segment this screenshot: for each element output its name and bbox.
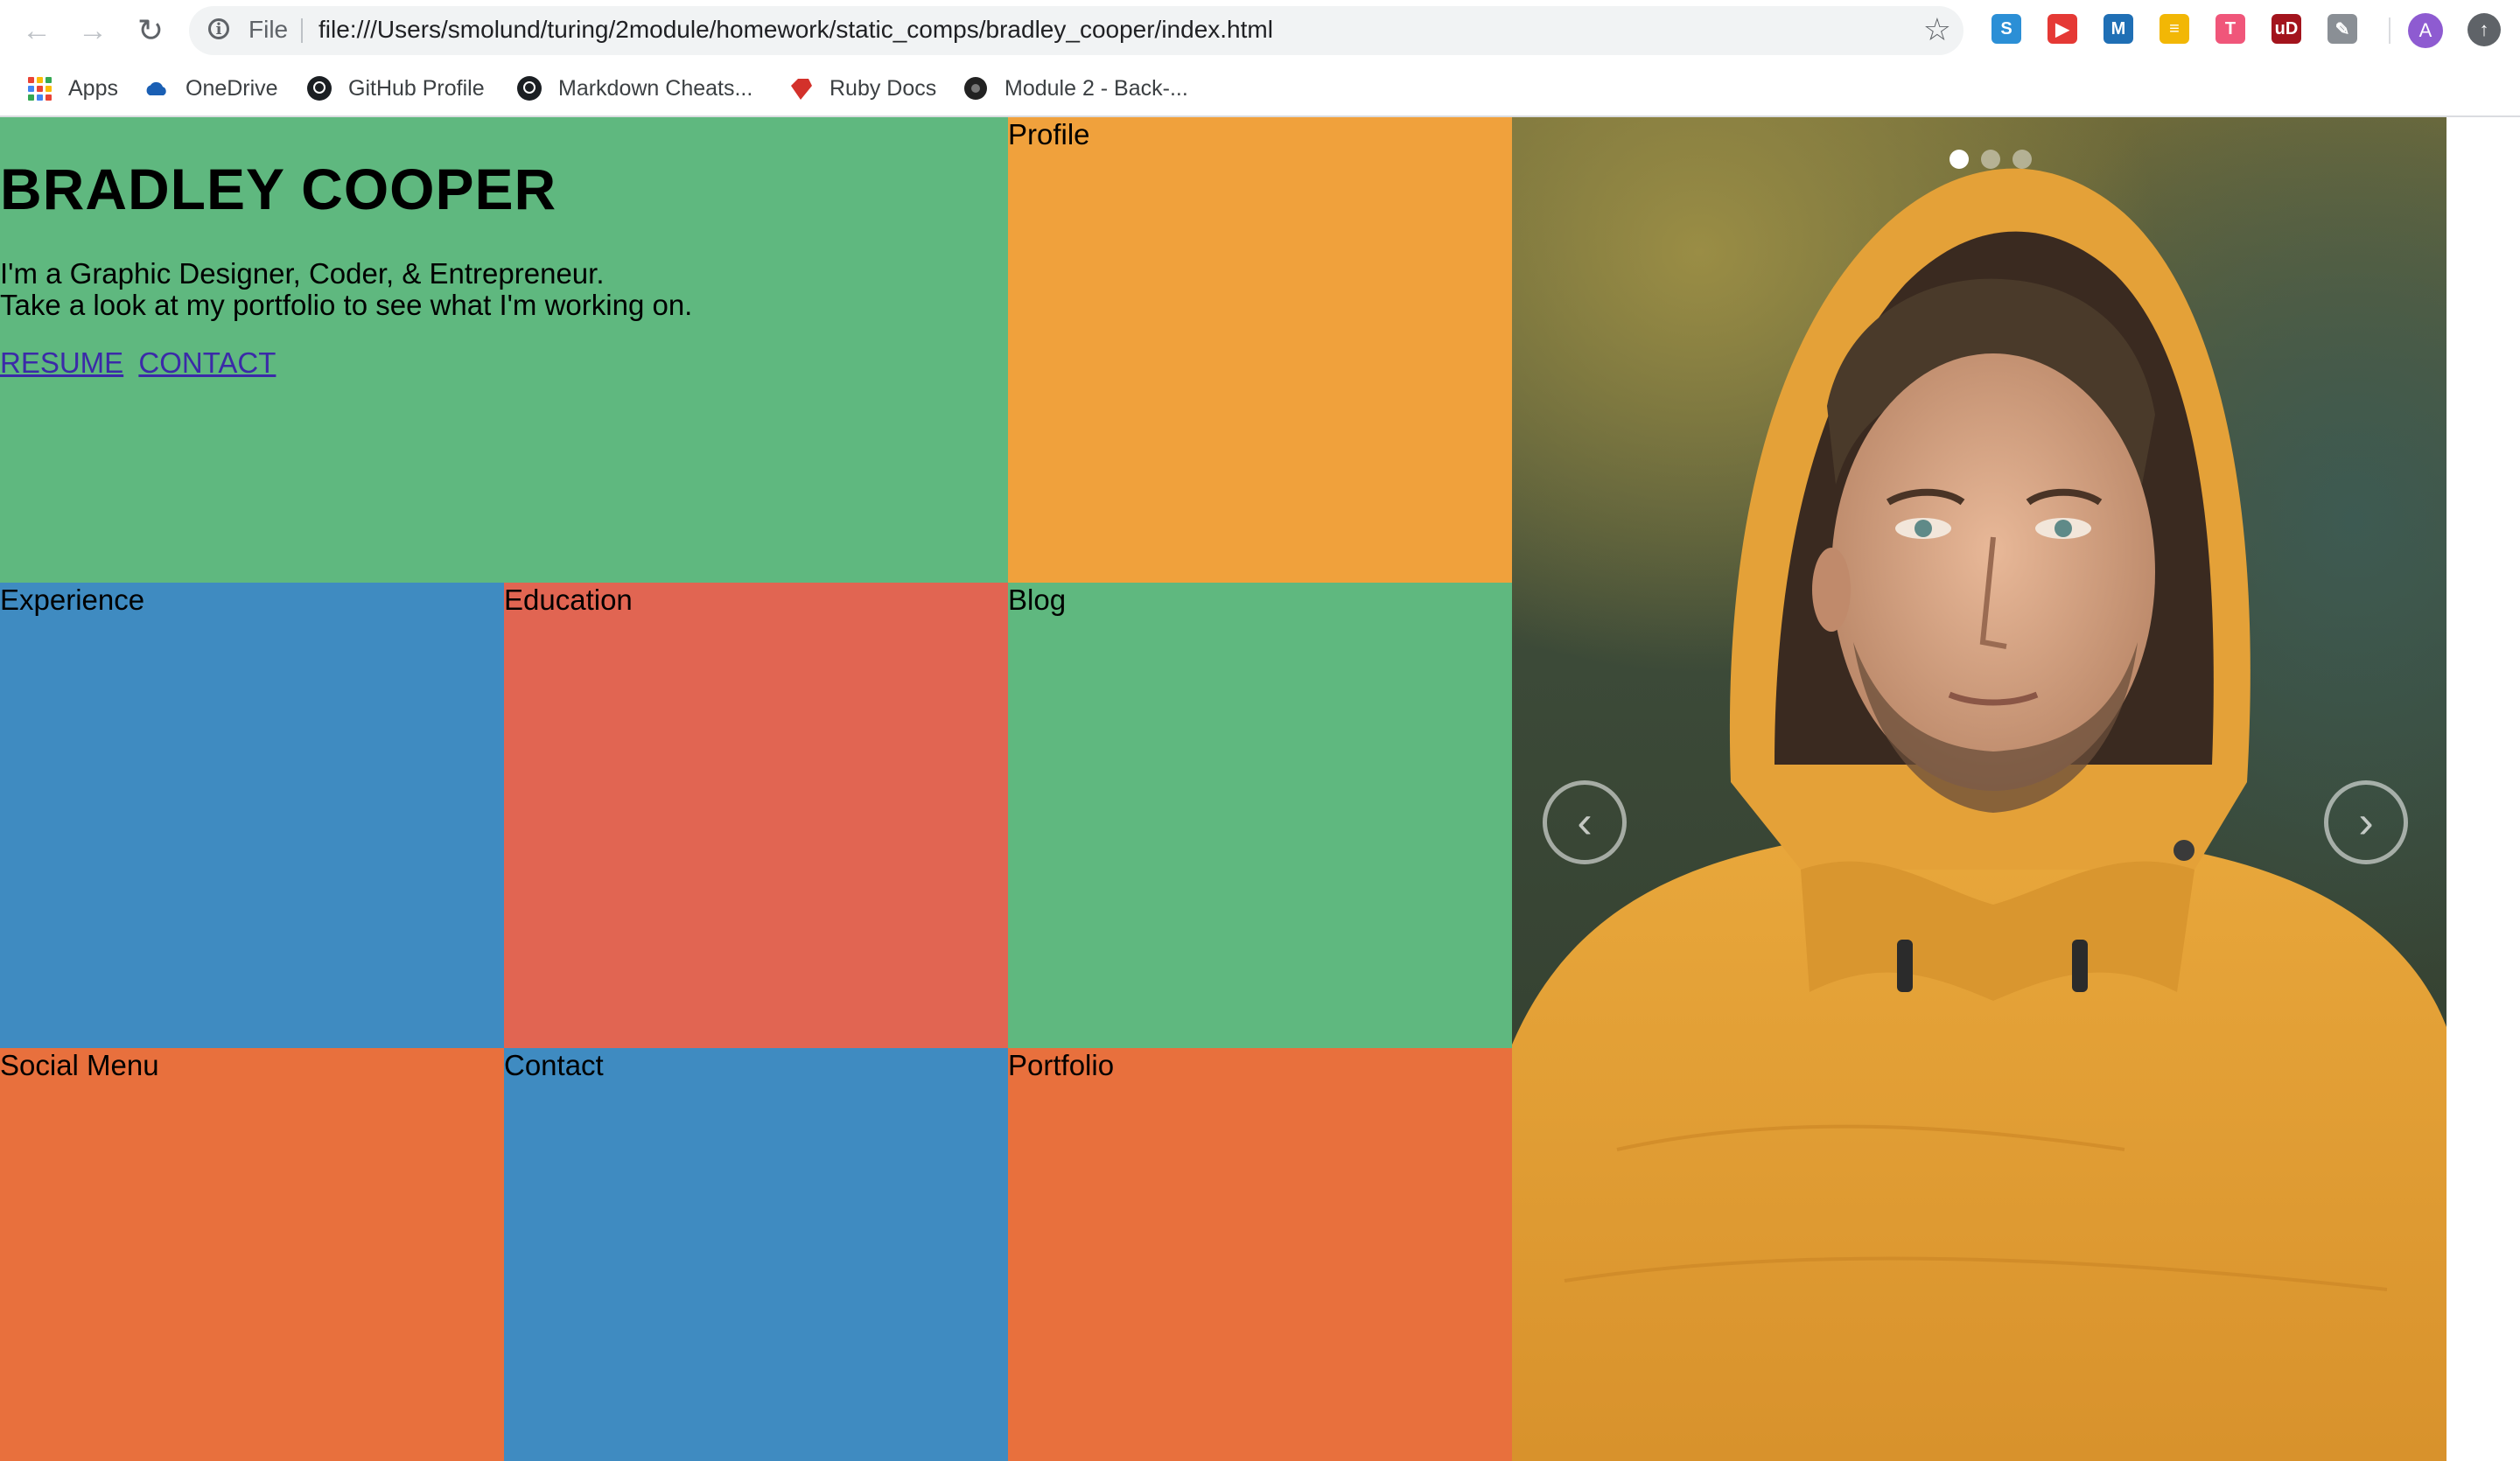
bookmarks-bar: Apps OneDrive GitHub Profile Markdown Ch…	[0, 61, 2520, 117]
update-arrow-icon[interactable]: ↑	[2468, 13, 2501, 46]
m-extension-icon[interactable]: M	[2104, 14, 2133, 44]
turing-icon	[962, 75, 989, 101]
bookmark-label: GitHub Profile	[348, 75, 485, 101]
page-title: BRADLEY COOPER	[0, 157, 557, 221]
chevron-left-icon: ‹	[1577, 797, 1592, 848]
hero-tile: BRADLEY COOPER I'm a Graphic Designer, C…	[0, 117, 1008, 583]
ruby-icon	[788, 75, 814, 101]
notes-extension-icon[interactable]: ≡	[2160, 14, 2189, 44]
tile-label: Education	[504, 584, 633, 616]
address-bar[interactable]: i File file:///Users/smolund/turing/2mod…	[189, 6, 1964, 55]
bookmark-apps[interactable]: Apps	[26, 73, 118, 103]
hero-subtagline: Take a look at my portfolio to see what …	[0, 289, 693, 321]
apps-grid-icon	[26, 75, 52, 101]
hero-links: RESUME CONTACT	[0, 346, 283, 380]
bookmark-label: Markdown Cheats...	[558, 75, 753, 101]
carousel-dot-1[interactable]	[1950, 150, 1969, 169]
carousel-prev-button[interactable]: ‹	[1543, 780, 1627, 864]
tile-label: Social Menu	[0, 1049, 159, 1081]
reload-icon[interactable]: ↻	[131, 11, 170, 50]
eyedropper-extension-icon[interactable]: ✎	[2328, 14, 2357, 44]
back-arrow-icon[interactable]: ←	[18, 11, 56, 50]
page-content: BRADLEY COOPER I'm a Graphic Designer, C…	[0, 117, 2520, 1461]
bookmark-label: Ruby Docs	[830, 75, 937, 101]
bookmark-star-icon[interactable]: ☆	[1923, 11, 1951, 48]
bookmark-label: Apps	[68, 75, 118, 101]
onedrive-cloud-icon	[144, 75, 170, 101]
page-margin	[2446, 117, 2520, 1461]
carousel-dot-3[interactable]	[2012, 150, 2032, 169]
github-icon	[306, 75, 332, 101]
omnibox-divider	[301, 18, 303, 43]
ublock-extension-icon[interactable]: uD	[2272, 14, 2301, 44]
carousel-dot-2[interactable]	[1981, 150, 2000, 169]
bookmark-github-profile[interactable]: GitHub Profile	[306, 73, 485, 103]
youtube-extension-icon[interactable]: ▶	[2048, 14, 2077, 44]
github-icon	[516, 75, 542, 101]
t-extension-icon[interactable]: T	[2216, 14, 2245, 44]
resume-link[interactable]: RESUME	[0, 346, 123, 379]
social-menu-tile[interactable]: Social Menu	[0, 1048, 504, 1461]
profile-carousel[interactable]: ‹ ›	[1512, 117, 2446, 1461]
browser-toolbar: ← → ↻ i File file:///Users/smolund/turin…	[0, 0, 2520, 61]
chevron-right-icon: ›	[2358, 797, 2374, 848]
carousel-next-button[interactable]: ›	[2324, 780, 2408, 864]
bookmark-ruby-docs[interactable]: Ruby Docs	[788, 73, 936, 103]
bookmark-module-2[interactable]: Module 2 - Back-...	[962, 73, 1188, 103]
portrait-photo	[1512, 168, 2446, 1461]
contact-link[interactable]: CONTACT	[138, 346, 276, 379]
tile-label: Contact	[504, 1049, 604, 1081]
bookmark-label: OneDrive	[186, 75, 278, 101]
url-text[interactable]: file:///Users/smolund/turing/2module/hom…	[318, 16, 1273, 44]
blog-tile[interactable]: Blog	[1008, 583, 1512, 1048]
portfolio-tile[interactable]: Portfolio	[1008, 1048, 1512, 1461]
profile-avatar[interactable]: A	[2408, 13, 2443, 48]
contact-tile[interactable]: Contact	[504, 1048, 1008, 1461]
toolbar-divider	[2389, 17, 2390, 44]
s-extension-icon[interactable]: S	[1992, 14, 2021, 44]
education-tile[interactable]: Education	[504, 583, 1008, 1048]
forward-arrow-icon[interactable]: →	[74, 11, 112, 50]
bookmark-label: Module 2 - Back-...	[1004, 75, 1188, 101]
scheme-label: File	[248, 16, 289, 43]
bookmark-markdown-cheatsheet[interactable]: Markdown Cheats...	[516, 73, 752, 103]
hero-tagline: I'm a Graphic Designer, Coder, & Entrepr…	[0, 257, 605, 290]
info-icon[interactable]: i	[208, 18, 229, 39]
tile-label: Experience	[0, 584, 145, 616]
experience-tile[interactable]: Experience	[0, 583, 504, 1048]
tile-label: Blog	[1008, 584, 1067, 616]
tile-label: Profile	[1008, 118, 1090, 150]
profile-tile[interactable]: Profile	[1008, 117, 1512, 583]
bookmark-onedrive[interactable]: OneDrive	[144, 73, 278, 103]
tile-label: Portfolio	[1008, 1049, 1115, 1081]
